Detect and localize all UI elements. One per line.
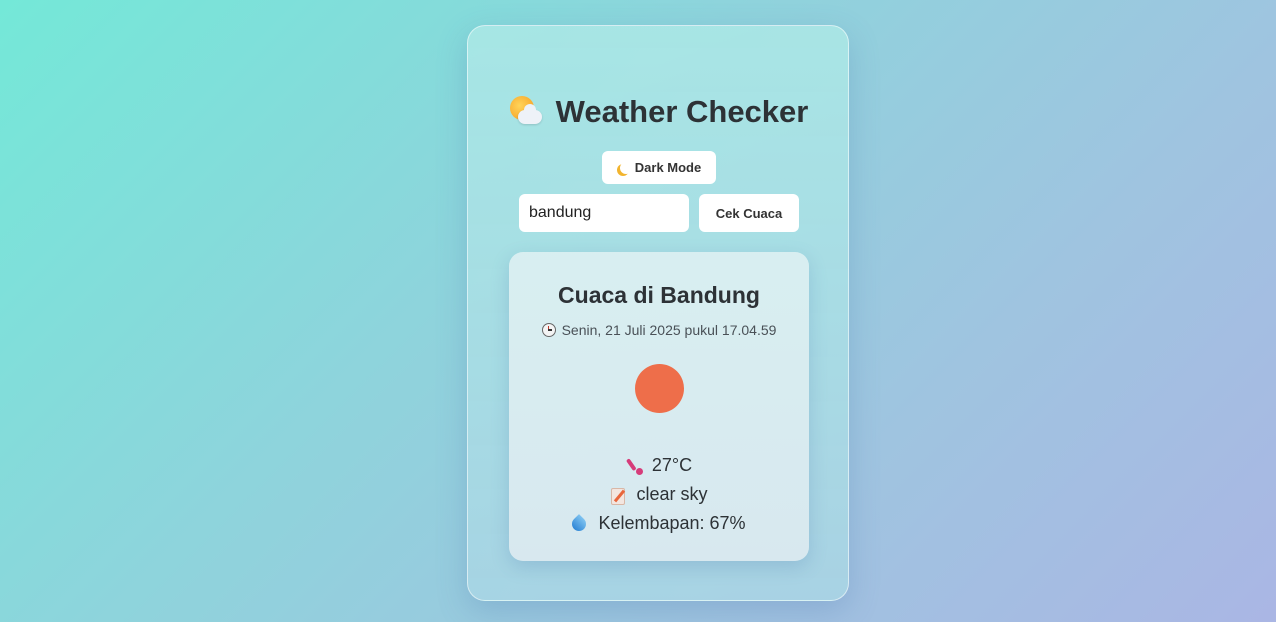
weather-app-card: Weather Checker Dark Mode Cek Cuaca Cuac… [467,25,849,601]
app-title: Weather Checker [555,94,809,129]
temperature-row: 27°C [509,455,809,476]
dark-mode-label: Dark Mode [634,160,702,175]
check-weather-button[interactable]: Cek Cuaca [699,194,799,232]
dark-mode-toggle[interactable]: Dark Mode [602,151,716,184]
result-title: Cuaca di Bandung [558,282,760,308]
sun-behind-cloud-icon [508,94,544,130]
thermometer-icon [626,457,644,475]
droplet-icon [569,513,590,534]
sun-icon [635,364,684,413]
weather-result-card: Cuaca di Bandung Senin, 21 Juli 2025 puk… [509,252,809,561]
weather-description: clear sky [636,484,708,504]
datetime-row: Senin, 21 Juli 2025 pukul 17.04.59 [509,322,809,338]
datetime-text: Senin, 21 Juli 2025 pukul 17.04.59 [561,322,777,338]
city-search-input[interactable] [519,194,689,232]
app-header: Weather Checker [468,92,848,132]
clock-icon [541,323,556,337]
temperature-value: 27°C [651,455,693,475]
humidity-value: Kelembapan: 67% [598,513,746,533]
description-row: clear sky [509,484,809,505]
humidity-row: Kelembapan: 67% [509,513,809,534]
crescent-moon-icon [620,162,632,174]
memo-icon [610,486,628,505]
